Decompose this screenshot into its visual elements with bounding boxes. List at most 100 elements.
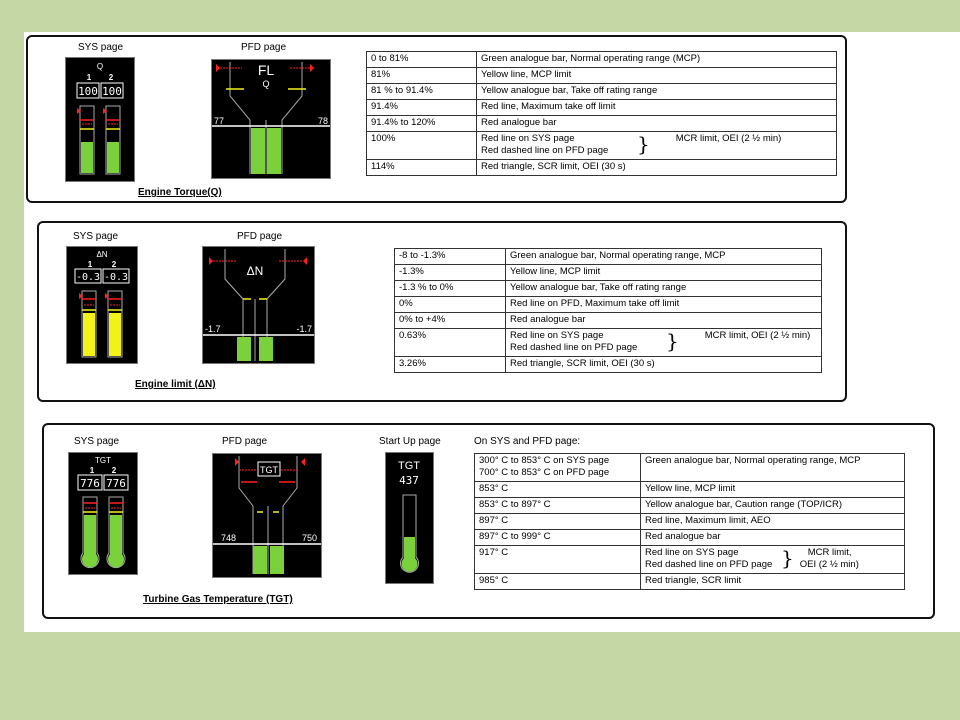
torque-pfd-sub: Q <box>262 79 269 89</box>
delta-n-sys-value-1: -0.3 <box>76 272 100 283</box>
tgt-pfd-bar-1 <box>253 546 267 574</box>
range-cell: 114% <box>366 159 477 176</box>
range-cell: 300° C to 853° C on SYS page 700° C to 85… <box>474 453 641 482</box>
delta-n-pfd-display: ΔN -1.7 -1.7 <box>202 246 315 364</box>
delta-n-sys-eng2: 2 <box>112 260 117 269</box>
tgt-sys-value-2: 776 <box>106 477 126 490</box>
table-row: 917° C Red line on SYS page Red dashed li… <box>474 545 905 574</box>
delta-n-caption: Engine limit (ΔN) <box>135 379 216 390</box>
desc-cell: Red line on SYS page Red dashed line on P… <box>476 131 837 160</box>
tgt-sys-eng2: 2 <box>112 466 117 475</box>
torque-sys-eng1: 1 <box>87 73 92 82</box>
delta-n-sys-bar-2 <box>109 313 121 356</box>
torque-sys-title: Q <box>97 62 103 71</box>
range-cell: 100% <box>366 131 477 160</box>
table-row: 81 % to 91.4% Yellow analogue bar, Take o… <box>366 83 837 100</box>
tgt-caption: Turbine Gas Temperature (TGT) <box>143 594 293 605</box>
torque-panel: SYS page PFD page Q 1 2 100 100 FL Q 77 … <box>26 35 847 203</box>
desc-line-b: Red dashed line on PFD page <box>645 559 773 570</box>
delta-n-panel: SYS page PFD page ΔN 1 2 -0.3 -0.3 ΔN -1… <box>37 221 847 402</box>
tgt-table: 300° C to 853° C on SYS page 700° C to 85… <box>474 453 905 590</box>
desc-cell: Yellow line, MCP limit <box>476 67 837 84</box>
range-cell: 3.26% <box>394 356 506 373</box>
torque-pfd-title: FL <box>258 62 275 78</box>
table-row: 81% Yellow line, MCP limit <box>366 67 837 84</box>
tgt-startup-display: TGT 437 <box>385 452 434 584</box>
brace-note: MCR limit, OEI (2 ½ min) <box>704 330 811 341</box>
table-row: -1.3% Yellow line, MCP limit <box>394 264 822 281</box>
delta-n-pfd-bar-1 <box>237 337 251 361</box>
range-cell: 91.4% <box>366 99 477 116</box>
range-cell: 0% <box>394 296 506 313</box>
desc-cell: Red analogue bar <box>476 115 837 132</box>
brace-icon: } <box>781 546 794 570</box>
delta-n-pfd-left-value: -1.7 <box>205 324 221 334</box>
range-cell: 81 % to 91.4% <box>366 83 477 100</box>
desc-line-a: Red line on SYS page <box>645 547 739 558</box>
table-row: 0 to 81% Green analogue bar, Normal opera… <box>366 51 837 68</box>
torque-pfd-label: PFD page <box>241 42 287 53</box>
table-row: 300° C to 853° C on SYS page 700° C to 85… <box>474 453 905 482</box>
desc-line-b: Red dashed line on PFD page <box>510 342 638 353</box>
tgt-sys-display: TGT 1 2 776 776 <box>68 452 138 575</box>
torque-table: 0 to 81% Green analogue bar, Normal opera… <box>366 51 837 176</box>
table-row: -8 to -1.3% Green analogue bar, Normal op… <box>394 248 822 265</box>
desc-cell: Green analogue bar, Normal operating ran… <box>640 453 905 482</box>
delta-n-sys-title: ΔN <box>96 250 107 259</box>
desc-cell: Yellow line, MCP limit <box>640 481 905 498</box>
tgt-sys-bar-1 <box>82 515 98 568</box>
range-cell: -1.3 % to 0% <box>394 280 506 297</box>
table-row: 0% Red line on PFD, Maximum take off limi… <box>394 296 822 313</box>
tgt-sys-eng1: 1 <box>90 466 95 475</box>
tgt-pfd-right-value: 750 <box>302 533 317 543</box>
range-cell: 81% <box>366 67 477 84</box>
range-cell: 917° C <box>474 545 641 574</box>
torque-sys-bar-2 <box>107 142 119 173</box>
desc-cell: Yellow analogue bar, Take off rating ran… <box>505 280 822 297</box>
torque-pfd-left-value: 77 <box>214 116 224 126</box>
delta-n-sys-value-2: -0.3 <box>104 272 128 283</box>
desc-cell: Red line on SYS page Red dashed line on P… <box>505 328 822 357</box>
tgt-sys-label: SYS page <box>74 436 120 447</box>
range-line-a: 300° C to 853° C on SYS page <box>479 455 610 466</box>
range-cell: 853° C to 897° C <box>474 497 641 514</box>
delta-n-pfd-label: PFD page <box>237 231 283 242</box>
table-row: 91.4% to 120% Red analogue bar <box>366 115 837 132</box>
desc-cell: Red triangle, SCR limit, OEI (30 s) <box>476 159 837 176</box>
delta-n-pfd-title: ΔN <box>247 264 264 278</box>
torque-sys-display: Q 1 2 100 100 <box>65 57 135 182</box>
torque-sys-eng2: 2 <box>109 73 114 82</box>
tgt-startup-title: TGT <box>398 460 420 472</box>
table-row: 897° C to 999° C Red analogue bar <box>474 529 905 546</box>
range-cell: 897° C to 999° C <box>474 529 641 546</box>
delta-n-table: -8 to -1.3% Green analogue bar, Normal op… <box>394 248 822 373</box>
torque-sys-value-1: 100 <box>78 85 98 98</box>
torque-pfd-display: FL Q 77 78 <box>211 59 331 179</box>
table-row: -1.3 % to 0% Yellow analogue bar, Take of… <box>394 280 822 297</box>
delta-n-pfd-right-value: -1.7 <box>296 324 312 334</box>
torque-sys-value-2: 100 <box>102 85 122 98</box>
desc-cell: Red analogue bar <box>640 529 905 546</box>
desc-cell: Yellow analogue bar, Take off rating ran… <box>476 83 837 100</box>
delta-n-sys-bar-1 <box>83 313 95 356</box>
delta-n-sys-eng1: 1 <box>88 260 93 269</box>
range-cell: -8 to -1.3% <box>394 248 506 265</box>
range-cell: 985° C <box>474 573 641 590</box>
desc-cell: Red line, Maximum take off limit <box>476 99 837 116</box>
range-cell: 897° C <box>474 513 641 530</box>
desc-cell: Red line on PFD, Maximum take off limit <box>505 296 822 313</box>
table-row: 91.4% Red line, Maximum take off limit <box>366 99 837 116</box>
torque-sys-bar-1 <box>81 142 93 173</box>
tgt-table-heading: On SYS and PFD page: <box>474 436 581 447</box>
tgt-sys-value-1: 776 <box>80 477 100 490</box>
tgt-pfd-display: TGT 748 750 <box>212 453 322 578</box>
torque-pfd-bar-2 <box>267 128 281 174</box>
document-sheet: SYS page PFD page Q 1 2 100 100 FL Q 77 … <box>24 32 960 632</box>
table-row: 3.26% Red triangle, SCR limit, OEI (30 s) <box>394 356 822 373</box>
brace-note: MCR limit, OEI (2 ½ min) <box>800 547 859 571</box>
tgt-panel: SYS page PFD page Start Up page On SYS a… <box>42 423 935 619</box>
range-line-b: 700° C to 853° C on PFD page <box>479 467 610 478</box>
desc-cell: Yellow line, MCP limit <box>505 264 822 281</box>
table-row: 0% to +4% Red analogue bar <box>394 312 822 329</box>
tgt-startup-bar <box>401 537 418 572</box>
